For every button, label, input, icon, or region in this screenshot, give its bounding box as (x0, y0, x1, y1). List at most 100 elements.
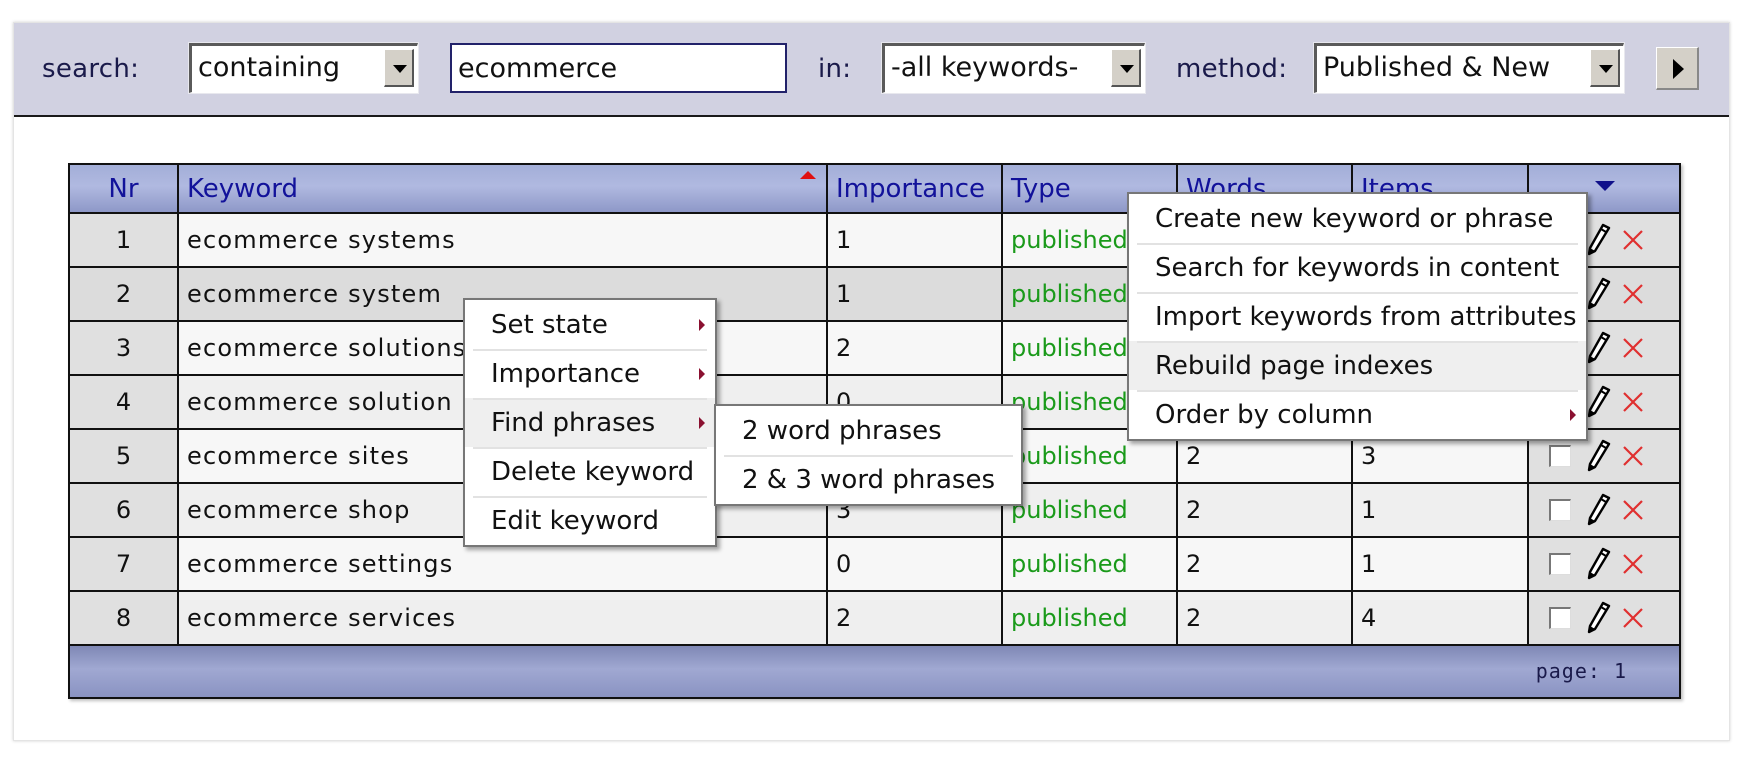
keywords-panel: search: containing in: -all keywords- me… (13, 22, 1730, 741)
menu-item-importance[interactable]: Importance (465, 349, 715, 398)
submenu-arrow-icon (699, 319, 705, 331)
row-actions (1529, 592, 1679, 644)
pencil-icon[interactable] (1585, 223, 1611, 257)
cell-nr: 6 (70, 484, 179, 536)
search-bar: search: containing in: -all keywords- me… (14, 23, 1729, 117)
match-type-value: containing (198, 52, 340, 83)
in-label: in: (818, 54, 852, 84)
table-row[interactable]: 7 ecommerce settings 0 published 2 1 (70, 538, 1679, 592)
match-type-select[interactable]: containing (188, 42, 419, 94)
delete-x-icon[interactable] (1621, 606, 1645, 630)
menu-item-label: Importance (491, 358, 640, 389)
chevron-down-icon[interactable] (1590, 49, 1620, 87)
cell-keyword[interactable]: ecommerce services (179, 592, 828, 644)
delete-x-icon[interactable] (1621, 498, 1645, 522)
pencil-icon[interactable] (1585, 547, 1611, 581)
caret-down-icon (1595, 181, 1615, 191)
column-header-keyword-label: Keyword (187, 173, 299, 204)
menu-item-rebuild-indexes[interactable]: Rebuild page indexes (1129, 341, 1586, 390)
cell-nr: 8 (70, 592, 179, 644)
menu-item-label: Edit keyword (491, 505, 660, 536)
go-button[interactable] (1656, 47, 1699, 90)
menu-item-label: 2 & 3 word phrases (742, 464, 996, 495)
row-checkbox[interactable] (1549, 607, 1571, 629)
scope-value: -all keywords- (891, 52, 1079, 83)
cell-words: 2 (1178, 484, 1353, 536)
chevron-down-icon[interactable] (1111, 49, 1141, 87)
pencil-icon[interactable] (1585, 277, 1611, 311)
pencil-icon[interactable] (1585, 493, 1611, 527)
table-row[interactable]: 8 ecommerce services 2 published 2 4 (70, 592, 1679, 646)
delete-x-icon[interactable] (1621, 390, 1645, 414)
table-footer: page: 1 (70, 646, 1679, 697)
cell-nr: 2 (70, 268, 179, 320)
method-value: Published & New (1323, 52, 1551, 83)
method-label: method: (1176, 54, 1288, 84)
cell-items: 1 (1353, 538, 1529, 590)
row-checkbox[interactable] (1549, 499, 1571, 521)
menu-item-label: Delete keyword (491, 456, 695, 487)
cell-importance: 1 (828, 268, 1003, 320)
delete-x-icon[interactable] (1621, 336, 1645, 360)
search-query-input[interactable] (452, 45, 785, 91)
row-checkbox[interactable] (1549, 445, 1571, 467)
menu-item-order-by-column[interactable]: Order by column (1129, 390, 1586, 439)
menu-item-import-keywords[interactable]: Import keywords from attributes (1129, 292, 1586, 341)
cell-importance: 0 (828, 538, 1003, 590)
menu-item-label: Find phrases (491, 407, 656, 438)
row-actions (1529, 484, 1679, 536)
scope-select[interactable]: -all keywords- (881, 42, 1146, 94)
search-label: search: (42, 54, 140, 84)
menu-item-set-state[interactable]: Set state (465, 300, 715, 349)
row-actions (1529, 538, 1679, 590)
page-indicator: page: 1 (1535, 659, 1627, 683)
cell-importance: 2 (828, 322, 1003, 374)
cell-type: published (1003, 592, 1178, 644)
pencil-icon[interactable] (1585, 601, 1611, 635)
cell-items: 1 (1353, 484, 1529, 536)
menu-item-label: Create new keyword or phrase (1155, 203, 1554, 234)
column-header-importance[interactable]: Importance (828, 165, 1003, 212)
find-phrases-submenu: 2 word phrases 2 & 3 word phrases (714, 404, 1023, 506)
menu-item-label: Rebuild page indexes (1155, 350, 1434, 381)
row-context-menu: Set state Importance Find phrases Delete… (463, 298, 717, 547)
submenu-arrow-icon (699, 368, 705, 380)
delete-x-icon[interactable] (1621, 552, 1645, 576)
row-checkbox[interactable] (1549, 553, 1571, 575)
column-options-menu: Create new keyword or phrase Search for … (1127, 192, 1588, 441)
menu-item-create-keyword[interactable]: Create new keyword or phrase (1129, 194, 1586, 243)
cell-type: published (1003, 538, 1178, 590)
menu-item-label: Set state (491, 309, 608, 340)
menu-item-label: Import keywords from attributes (1155, 301, 1577, 332)
submenu-arrow-icon (699, 417, 705, 429)
cell-nr: 7 (70, 538, 179, 590)
menu-item-find-phrases[interactable]: Find phrases (465, 398, 715, 447)
menu-item-search-keywords[interactable]: Search for keywords in content (1129, 243, 1586, 292)
cell-nr: 4 (70, 376, 179, 428)
pencil-icon[interactable] (1585, 385, 1611, 419)
menu-item-2-word-phrases[interactable]: 2 word phrases (716, 406, 1021, 455)
delete-x-icon[interactable] (1621, 444, 1645, 468)
pencil-icon[interactable] (1585, 439, 1611, 473)
menu-item-2-3-word-phrases[interactable]: 2 & 3 word phrases (716, 455, 1021, 504)
menu-item-label: Order by column (1155, 399, 1374, 430)
menu-item-label: 2 word phrases (742, 415, 942, 446)
search-query-field[interactable] (450, 43, 787, 93)
delete-x-icon[interactable] (1621, 282, 1645, 306)
menu-item-edit-keyword[interactable]: Edit keyword (465, 496, 715, 545)
cell-nr: 5 (70, 430, 179, 482)
cell-keyword[interactable]: ecommerce systems (179, 214, 828, 266)
column-header-keyword[interactable]: Keyword (179, 165, 828, 212)
cell-nr: 3 (70, 322, 179, 374)
menu-item-delete-keyword[interactable]: Delete keyword (465, 447, 715, 496)
delete-x-icon[interactable] (1621, 228, 1645, 252)
pencil-icon[interactable] (1585, 331, 1611, 365)
column-header-nr[interactable]: Nr (70, 165, 179, 212)
chevron-down-icon[interactable] (384, 49, 414, 87)
submenu-arrow-icon (1570, 409, 1576, 421)
cell-importance: 2 (828, 592, 1003, 644)
method-select[interactable]: Published & New (1313, 42, 1625, 94)
cell-words: 2 (1178, 592, 1353, 644)
cell-items: 4 (1353, 592, 1529, 644)
cell-words: 2 (1178, 538, 1353, 590)
